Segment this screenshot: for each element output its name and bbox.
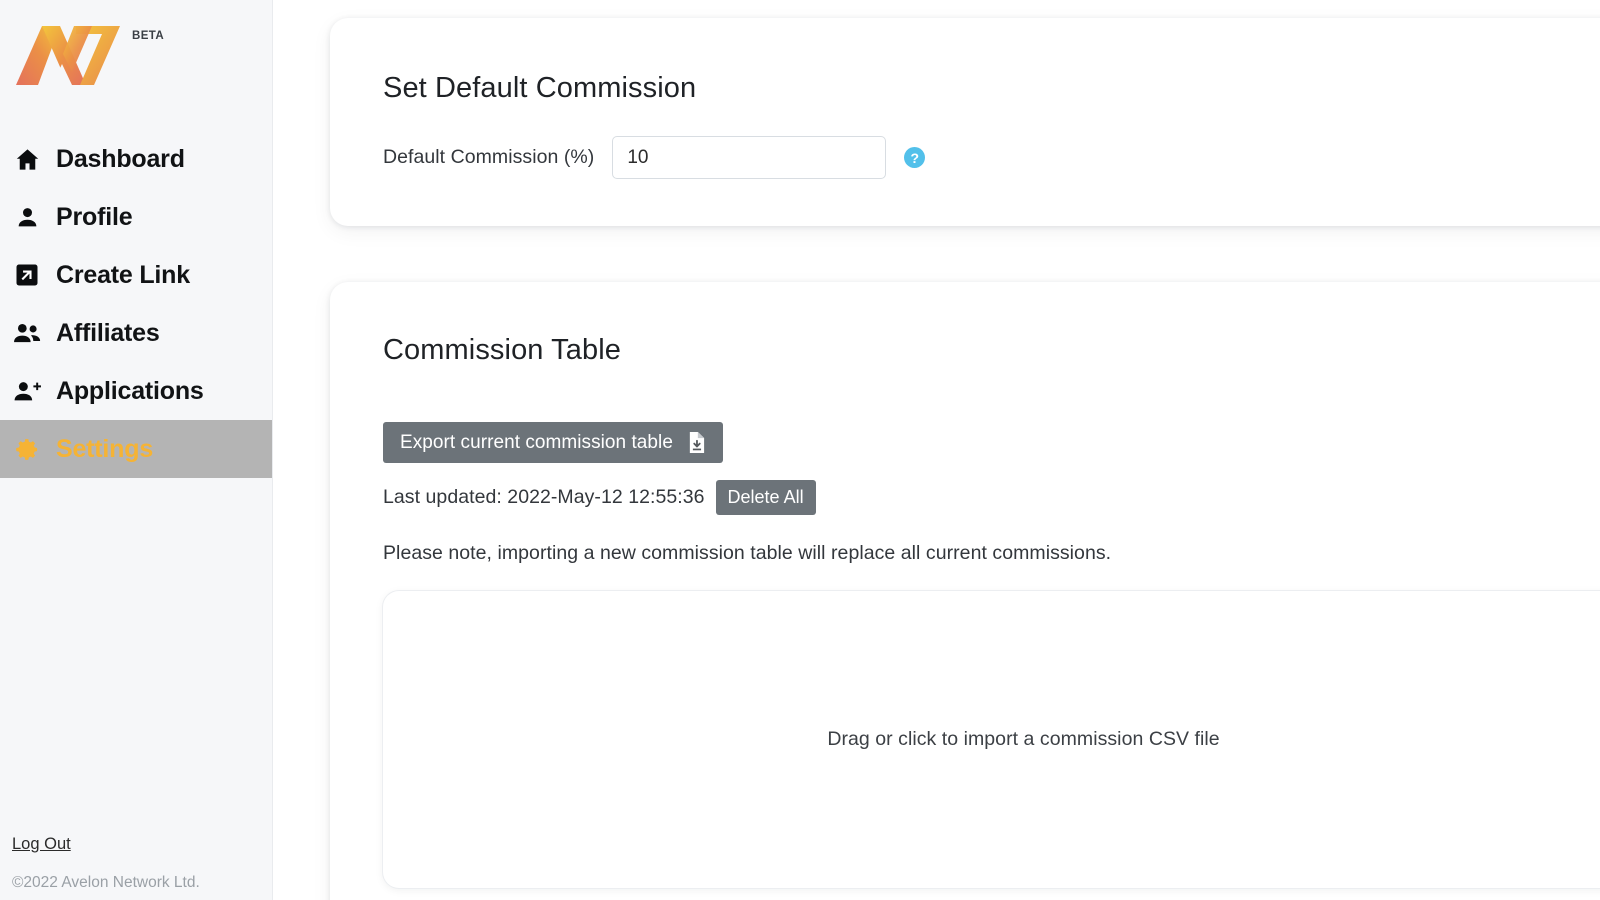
launch-icon: [12, 260, 42, 290]
last-updated-text: Last updated: 2022-May-12 12:55:36: [383, 486, 705, 508]
app-root: BETA Dashboard Profile Create Link Affil…: [0, 0, 1600, 900]
default-commission-label: Default Commission (%): [383, 146, 595, 168]
commission-table-card: Commission Table Export current commissi…: [330, 282, 1600, 900]
sidebar-item-settings[interactable]: Settings: [0, 420, 272, 478]
sidebar-footer: Log Out ©2022 Avelon Network Ltd.: [0, 835, 272, 900]
avelon-logo: [16, 26, 120, 85]
home-icon: [12, 144, 42, 174]
set-default-commission-card: Set Default Commission Default Commissio…: [330, 18, 1600, 226]
sidebar-item-label: Create Link: [56, 260, 190, 289]
brand-header: BETA: [0, 0, 272, 110]
delete-all-button[interactable]: Delete All: [715, 480, 816, 515]
main-content: Set Default Commission Default Commissio…: [273, 0, 1600, 900]
sidebar-item-create-link[interactable]: Create Link: [0, 246, 272, 304]
help-icon[interactable]: ?: [904, 147, 926, 168]
sidebar-item-label: Dashboard: [56, 144, 185, 173]
sidebar-item-dashboard[interactable]: Dashboard: [0, 130, 272, 188]
sidebar-item-label: Applications: [56, 376, 204, 405]
dropzone-label: Drag or click to import a commission CSV…: [827, 728, 1220, 750]
logout-link[interactable]: Log Out: [12, 835, 272, 854]
gear-icon: [12, 434, 42, 464]
person-icon: [12, 202, 42, 232]
last-updated-row: Last updated: 2022-May-12 12:55:36 Delet…: [383, 480, 1600, 515]
sidebar-item-profile[interactable]: Profile: [0, 188, 272, 246]
default-commission-field-row: Default Commission (%) ?: [383, 136, 1600, 179]
export-button-label: Export current commission table: [400, 431, 673, 453]
people-icon: [12, 318, 42, 348]
person-add-icon: [12, 376, 42, 406]
sidebar-item-applications[interactable]: Applications: [0, 362, 272, 420]
sidebar-nav: Dashboard Profile Create Link Affiliates: [0, 130, 272, 478]
sidebar-item-label: Affiliates: [56, 318, 160, 347]
copyright-text: ©2022 Avelon Network Ltd.: [12, 874, 200, 891]
default-commission-input[interactable]: [612, 136, 887, 179]
beta-badge: BETA: [132, 30, 165, 42]
import-note-text: Please note, importing a new commission …: [383, 542, 1112, 564]
csv-dropzone[interactable]: Drag or click to import a commission CSV…: [383, 591, 1600, 888]
page-title: Set Default Commission: [383, 72, 697, 104]
sidebar-item-label: Profile: [56, 202, 133, 231]
sidebar-item-affiliates[interactable]: Affiliates: [0, 304, 272, 362]
commission-table-title: Commission Table: [383, 334, 621, 366]
file-download-icon: [687, 432, 706, 453]
sidebar-item-label: Settings: [56, 434, 154, 463]
export-commission-table-button[interactable]: Export current commission table: [383, 422, 723, 463]
sidebar: BETA Dashboard Profile Create Link Affil…: [0, 0, 273, 900]
